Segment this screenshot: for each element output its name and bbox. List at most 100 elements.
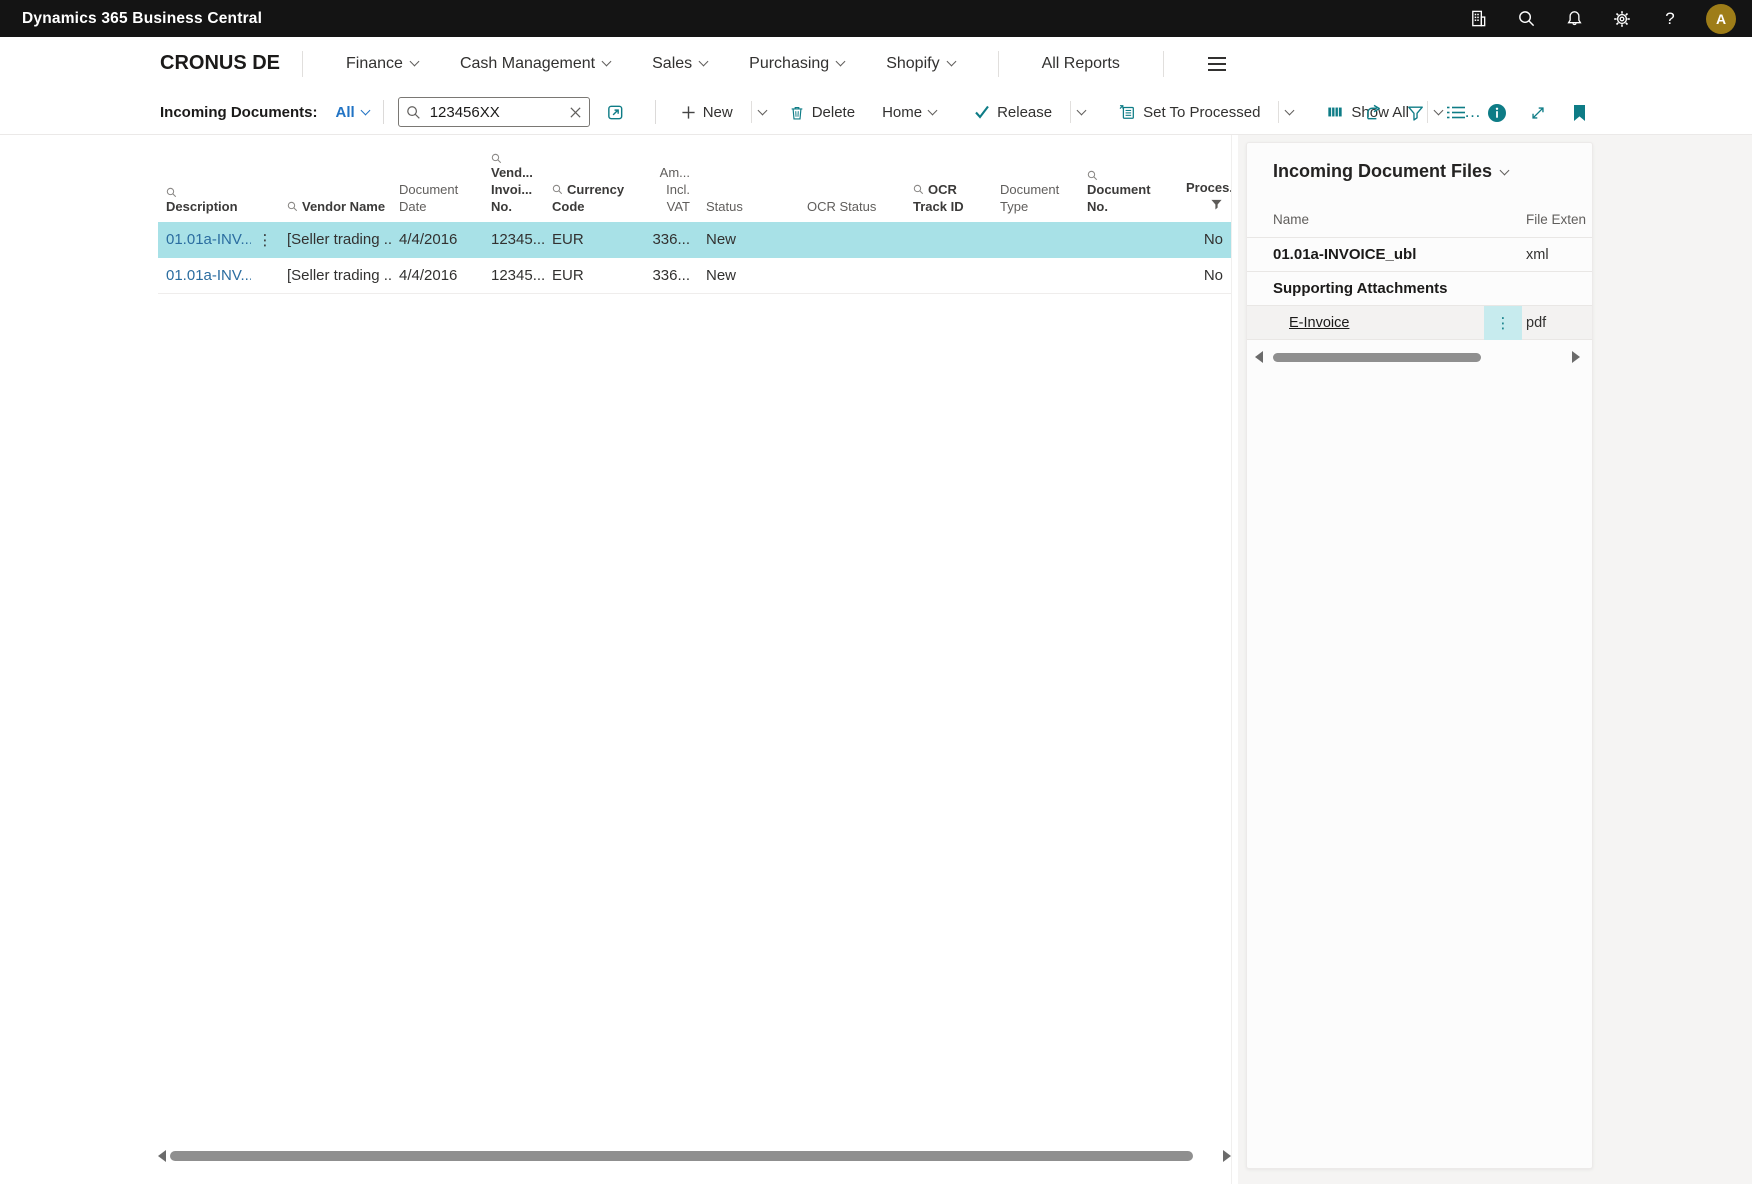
release-button[interactable]: Release xyxy=(974,104,1052,121)
expand-icon[interactable] xyxy=(1528,104,1548,122)
file-extension-column-header: File Exten xyxy=(1522,212,1592,227)
bookmark-icon[interactable] xyxy=(1569,104,1589,122)
share-icon[interactable] xyxy=(1364,103,1384,122)
company-name[interactable]: CRONUS DE xyxy=(160,52,280,75)
set-to-processed-split-chevron-icon[interactable] xyxy=(1285,105,1295,115)
column-header-currency-code[interactable]: Currency Code xyxy=(544,181,637,215)
navigation-bar: CRONUS DE Finance Cash Management Sales … xyxy=(0,37,1752,90)
help-icon[interactable]: ? xyxy=(1646,0,1694,37)
search-icon[interactable] xyxy=(1502,0,1550,37)
description-link[interactable]: 01.01a-INV... xyxy=(158,267,251,284)
attachment-menu-icon[interactable]: ⋮ xyxy=(1484,306,1522,340)
vendor-invoice-no-cell: 12345... xyxy=(483,267,544,284)
environment-icon[interactable] xyxy=(1454,0,1502,37)
divider xyxy=(1278,101,1279,123)
scroll-right-icon[interactable] xyxy=(1572,351,1580,363)
status-cell: New xyxy=(698,267,799,284)
vendor-name-cell: [Seller trading ... xyxy=(279,231,391,248)
grid-horizontal-scrollbar[interactable] xyxy=(158,1149,1231,1162)
app-title: Dynamics 365 Business Central xyxy=(22,10,262,28)
notifications-bell-icon[interactable] xyxy=(1550,0,1598,37)
description-link[interactable]: 01.01a-INV... xyxy=(158,231,251,248)
divider xyxy=(1231,135,1232,1184)
factbox-header-row: Name File Exten xyxy=(1247,202,1592,238)
incoming-documents-grid: Description Vendor Name Document Date Ve… xyxy=(158,135,1231,294)
search-box xyxy=(398,97,590,127)
app-header-actions: ? A xyxy=(1454,0,1744,37)
column-header-ocr-track-id[interactable]: OCR Track ID xyxy=(905,181,992,215)
column-header-amount-incl-vat[interactable]: Am... Incl. VAT xyxy=(637,164,698,215)
nav-item-sales[interactable]: Sales xyxy=(652,55,707,73)
chevron-down-icon xyxy=(946,57,956,67)
new-button[interactable]: New xyxy=(681,104,733,121)
factbox-pane: Incoming Document Files Name File Exten … xyxy=(1238,135,1752,1184)
chevron-down-icon xyxy=(360,105,370,115)
column-header-description[interactable]: Description xyxy=(158,187,279,215)
command-bar: Incoming Documents: All New Delete Home … xyxy=(0,90,1752,135)
nav-item-finance[interactable]: Finance xyxy=(346,55,418,73)
info-icon[interactable] xyxy=(1487,103,1507,123)
scroll-left-icon[interactable] xyxy=(1255,351,1263,363)
factbox-title[interactable]: Incoming Document Files xyxy=(1247,143,1592,194)
nav-item-all-reports[interactable]: All Reports xyxy=(1042,55,1120,73)
scroll-left-icon[interactable] xyxy=(158,1150,166,1162)
search-icon xyxy=(552,184,563,195)
settings-gear-icon[interactable] xyxy=(1598,0,1646,37)
attachment-row[interactable]: E-Invoice ⋮ pdf xyxy=(1247,306,1592,340)
app-header: Dynamics 365 Business Central ? A xyxy=(0,0,1752,37)
scroll-right-icon[interactable] xyxy=(1223,1150,1231,1162)
home-menu-button[interactable]: Home xyxy=(882,104,936,121)
search-icon xyxy=(913,184,924,195)
factbox-horizontal-scrollbar[interactable] xyxy=(1247,340,1592,363)
processed-cell: No xyxy=(1178,267,1231,284)
view-filter-dropdown[interactable]: All xyxy=(336,104,369,121)
amount-incl-vat-cell: 336... xyxy=(637,267,698,284)
column-header-document-no[interactable]: Document No. xyxy=(1079,170,1178,215)
new-split-chevron-icon[interactable] xyxy=(757,105,767,115)
nav-item-purchasing[interactable]: Purchasing xyxy=(749,55,844,73)
scrollbar-thumb[interactable] xyxy=(170,1151,1193,1161)
column-header-ocr-status[interactable]: OCR Status xyxy=(799,198,905,215)
currency-code-cell: EUR xyxy=(544,267,637,284)
search-icon xyxy=(166,187,271,198)
column-header-vendor-name[interactable]: Vendor Name xyxy=(279,198,391,215)
chevron-down-icon xyxy=(836,57,846,67)
file-row[interactable]: 01.01a-INVOICE_ubl xml xyxy=(1247,238,1592,272)
column-header-processed[interactable]: Proces... xyxy=(1178,179,1231,215)
vendor-invoice-no-cell: 12345... xyxy=(483,231,544,248)
row-menu-icon[interactable]: ⋮ xyxy=(251,231,279,249)
set-to-processed-button[interactable]: Set To Processed xyxy=(1118,103,1260,121)
table-row[interactable]: 01.01a-INV... ⋮ [Seller trading ... 4/4/… xyxy=(158,222,1231,258)
divider xyxy=(383,100,384,124)
scrollbar-thumb[interactable] xyxy=(1273,353,1481,362)
filter-icon[interactable] xyxy=(1405,104,1425,122)
file-name[interactable]: 01.01a-INVOICE_ubl xyxy=(1273,246,1522,263)
attachment-link[interactable]: E-Invoice xyxy=(1289,315,1349,331)
search-input[interactable] xyxy=(428,103,562,122)
list-details-icon[interactable] xyxy=(1446,105,1466,121)
menu-hamburger-icon[interactable] xyxy=(1208,57,1226,71)
release-split-chevron-icon[interactable] xyxy=(1077,105,1087,115)
filter-applied-icon xyxy=(1210,199,1223,211)
clear-search-icon[interactable] xyxy=(569,106,582,119)
chevron-down-icon xyxy=(409,57,419,67)
chevron-down-icon xyxy=(602,57,612,67)
column-header-document-type[interactable]: Document Type xyxy=(992,181,1079,215)
document-date-cell: 4/4/2016 xyxy=(391,231,483,248)
column-header-status[interactable]: Status xyxy=(698,198,799,215)
divider xyxy=(1070,101,1071,123)
page-action-icons xyxy=(1364,90,1589,135)
vendor-name-cell: [Seller trading ... xyxy=(279,267,391,284)
set-to-processed-icon xyxy=(1118,103,1136,121)
column-header-vendor-invoice-no[interactable]: Vend... Invoi... No. xyxy=(483,153,544,215)
page-title: Incoming Documents: xyxy=(160,104,318,121)
column-header-document-date[interactable]: Document Date xyxy=(391,181,483,215)
delete-button[interactable]: Delete xyxy=(789,104,855,121)
search-icon xyxy=(1087,170,1170,181)
nav-item-cash-management[interactable]: Cash Management xyxy=(460,55,610,73)
nav-item-shopify[interactable]: Shopify xyxy=(886,55,954,73)
table-row[interactable]: 01.01a-INV... [Seller trading ... 4/4/20… xyxy=(158,258,1231,294)
analysis-mode-icon[interactable] xyxy=(606,103,625,122)
avatar[interactable]: A xyxy=(1706,4,1736,34)
chevron-down-icon xyxy=(928,105,938,115)
